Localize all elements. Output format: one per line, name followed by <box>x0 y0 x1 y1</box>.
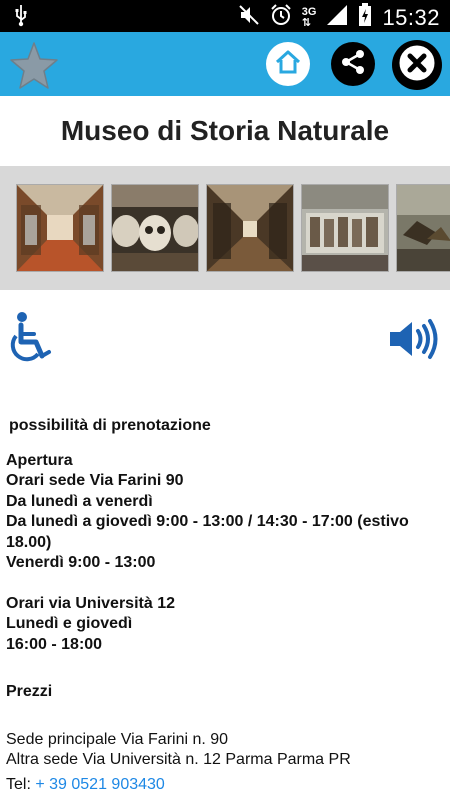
star-icon[interactable] <box>8 40 60 97</box>
network-type-label: 3G <box>301 5 317 18</box>
home-button[interactable] <box>266 42 310 86</box>
tel-link[interactable]: + 39 0521 903430 <box>35 776 164 793</box>
usb-icon <box>14 5 28 32</box>
mute-icon <box>238 4 260 31</box>
booking-note: possibilità di prenotazione <box>9 417 211 434</box>
address-other: Altra sede Via Università n. 12 Parma Pa… <box>6 751 351 768</box>
photo-gallery[interactable] <box>0 166 450 290</box>
farini-friday-hours: Venerdì 9:00 - 13:00 <box>6 554 156 571</box>
home-icon <box>274 48 302 81</box>
network-type-icon: 3G ⇅ <box>301 5 317 29</box>
wheelchair-icon <box>10 312 52 369</box>
universita-time: 16:00 - 18:00 <box>6 635 103 653</box>
tel-label: Tel: <box>6 775 36 793</box>
close-button[interactable] <box>392 40 442 90</box>
opening-heading: Apertura <box>6 451 73 469</box>
app-bar <box>0 32 450 96</box>
gallery-thumbnail[interactable] <box>301 184 389 272</box>
page-title: Museo di Storia Naturale <box>60 115 390 146</box>
gallery-thumbnail[interactable] <box>16 184 104 272</box>
gallery-thumbnail[interactable] <box>111 184 199 272</box>
universita-days: Lunedì e giovedì <box>6 615 133 632</box>
address-main: Sede principale Via Farini n. 90 <box>6 730 229 748</box>
hours-universita-heading: Orari via Università 12 <box>6 594 175 612</box>
battery-charging-icon <box>358 3 372 32</box>
museum-info: possibilità di prenotazione Apertura Ora… <box>6 416 446 795</box>
prices-heading: Prezzi <box>6 683 53 700</box>
status-bar: 3G ⇅ 15:32 <box>0 0 450 32</box>
speaker-icon[interactable] <box>388 318 440 365</box>
alarm-icon <box>270 4 292 31</box>
farini-mon-thu-hours: Da lunedì a giovedì 9:00 - 13:00 / 14:30… <box>6 513 409 551</box>
hours-farini-heading: Orari sede Via Farini 90 <box>6 472 184 489</box>
signal-icon <box>326 4 348 31</box>
gallery-thumbnail[interactable] <box>206 184 294 272</box>
farini-days: Da lunedì a venerdì <box>6 492 153 510</box>
share-button[interactable] <box>331 42 375 86</box>
clock: 15:32 <box>382 4 440 30</box>
gallery-thumbnail[interactable] <box>396 184 450 272</box>
close-icon <box>398 44 436 87</box>
share-icon <box>340 49 366 80</box>
accessibility-row <box>0 312 450 372</box>
telephone: Tel: + 39 0521 903430 <box>6 775 446 796</box>
